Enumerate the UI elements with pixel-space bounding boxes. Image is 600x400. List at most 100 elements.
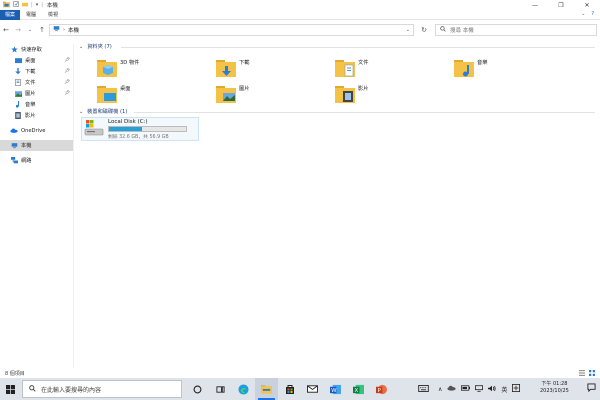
pin-icon: 📌︎ — [64, 58, 70, 63]
drive-local-disk-c[interactable]: Local Disk (C:) 剩餘 32.6 GB，共 56.9 GB — [81, 117, 199, 141]
taskbar-app-mail[interactable] — [301, 378, 324, 400]
tab-file[interactable]: 檔案 — [0, 9, 21, 20]
sidebar-item-network[interactable]: 網路 — [0, 155, 73, 166]
folder-3d-objects[interactable]: 3D 物件 — [96, 56, 211, 80]
network-tray-icon[interactable] — [475, 384, 484, 394]
taskbar-app-store[interactable] — [278, 378, 301, 400]
taskbar-app-excel[interactable]: X — [347, 378, 370, 400]
drive-usage-fill — [109, 126, 143, 131]
customize-toolbar-chevron-icon[interactable]: ▾ — [36, 2, 39, 8]
minimize-button[interactable]: — — [522, 0, 548, 10]
window-title: 本機 — [46, 3, 58, 9]
expand-ribbon-chevron-icon[interactable]: ⌄ — [581, 11, 585, 17]
sidebar-item-documents[interactable]: 文件 📌︎ — [0, 77, 73, 88]
navigation-bar: ← → ⌄ ↑ › 本機 ⌄ ↻ 搜尋 本機 — [0, 22, 600, 38]
sidebar-item-music[interactable]: 音樂 — [0, 99, 73, 110]
title-bar: | ▾ | 本機 — ❐ ✕ — [0, 0, 600, 10]
taskbar-app-edge[interactable] — [232, 378, 255, 400]
ime-mode-indicator[interactable]: 英 — [501, 385, 507, 394]
sidebar-item-quick-access[interactable]: 快速存取 — [0, 44, 73, 55]
volume-icon[interactable] — [488, 385, 497, 394]
folder-music[interactable]: 音樂 — [453, 56, 568, 80]
video-icon — [14, 112, 22, 119]
file-explorer-window: | ▾ | 本機 — ❐ ✕ 檔案 電腦 檢視 ⌄ ? ← → ⌄ ↑ › 本機 — [0, 0, 600, 378]
sidebar-item-this-pc[interactable]: 本機 — [0, 140, 73, 151]
new-folder-icon[interactable] — [22, 1, 28, 9]
sidebar-item-label: 快速存取 — [21, 47, 42, 53]
back-button[interactable]: ← — [0, 24, 12, 36]
sidebar-item-videos[interactable]: 影片 — [0, 110, 73, 121]
tab-computer[interactable]: 電腦 — [20, 10, 42, 20]
folder-name: 文件 — [358, 60, 369, 66]
onedrive-tray-icon[interactable] — [447, 385, 457, 393]
sidebar-item-pictures[interactable]: 圖片 📌︎ — [0, 88, 73, 99]
item-count: 8 個項目 — [5, 370, 25, 377]
address-history-chevron-icon[interactable]: ⌄ — [406, 27, 410, 33]
drive-usage-bar — [108, 125, 187, 132]
sidebar-item-label: 本機 — [21, 143, 32, 149]
folder-name: 音樂 — [477, 60, 488, 66]
breadcrumb-this-pc[interactable]: 本機 — [68, 26, 79, 34]
drive-free-space: 剩餘 32.6 GB，共 56.9 GB — [108, 134, 169, 140]
battery-icon[interactable] — [461, 385, 471, 393]
start-button[interactable] — [0, 378, 20, 400]
large-icons-view-icon[interactable] — [589, 370, 595, 378]
system-tray: ∧ 英 — [418, 378, 521, 400]
folders-section-header[interactable]: ⌄ 資料夾 (7) — [79, 43, 112, 51]
up-button[interactable]: ↑ — [36, 24, 48, 36]
pin-icon: 📌︎ — [64, 69, 70, 74]
drive-details: Local Disk (C:) 剩餘 32.6 GB，共 56.9 GB — [108, 119, 187, 140]
folder-downloads[interactable]: 下載 — [215, 56, 330, 80]
taskbar-clock[interactable]: 下午 01:28 2023/10/25 — [540, 381, 569, 395]
address-bar[interactable]: › 本機 ⌄ — [49, 24, 414, 36]
taskbar-app-word[interactable]: W — [324, 378, 347, 400]
notification-icon — [587, 383, 596, 393]
this-pc-icon — [53, 26, 60, 34]
properties-icon[interactable] — [13, 1, 19, 9]
clock-date: 2023/10/25 — [540, 388, 569, 394]
this-pc-icon — [10, 142, 18, 149]
taskbar-app-powerpoint[interactable]: P — [370, 378, 393, 400]
ime-options-icon[interactable] — [512, 384, 521, 394]
tab-view[interactable]: 檢視 — [42, 10, 64, 20]
maximize-button[interactable]: ❐ — [548, 0, 574, 10]
edge-icon — [238, 383, 249, 395]
folder-name: 桌面 — [120, 86, 131, 92]
cortana-button[interactable] — [186, 378, 209, 400]
folder-desktop[interactable]: 桌面 — [96, 82, 211, 106]
cloud-icon — [10, 128, 18, 133]
taskbar-app-file-explorer[interactable] — [255, 378, 278, 400]
star-icon — [10, 46, 18, 53]
help-icon[interactable]: ? — [591, 11, 594, 17]
search-box[interactable]: 搜尋 本機 — [435, 24, 597, 36]
breadcrumb-separator-icon: › — [63, 27, 65, 33]
download-icon — [14, 68, 22, 75]
sidebar-item-onedrive[interactable]: OneDrive — [0, 125, 73, 136]
devices-section-header[interactable]: ⌄ 裝置和磁碟機 (1) — [79, 108, 127, 116]
ribbon-tabs: 檔案 電腦 檢視 ⌄ ? — [0, 9, 600, 20]
recent-locations-chevron-icon[interactable]: ⌄ — [24, 24, 36, 36]
toolbar-separator: | — [41, 2, 43, 8]
hard-drive-icon — [82, 118, 108, 140]
forward-button[interactable]: → — [12, 24, 24, 36]
svg-text:W: W — [331, 388, 337, 394]
navigation-pane: 快速存取 桌面 📌︎ 下載 📌︎ 文件 📌︎ 圖片 📌︎ 音樂 影片 OneDr… — [0, 44, 74, 368]
task-view-button[interactable] — [209, 378, 232, 400]
sidebar-item-downloads[interactable]: 下載 📌︎ — [0, 66, 73, 77]
details-view-icon[interactable] — [579, 370, 585, 378]
taskbar-search-box[interactable]: 在此輸入要搜尋的內容 — [22, 380, 182, 398]
show-hidden-icons-chevron-icon[interactable]: ∧ — [438, 386, 442, 393]
keyboard-icon[interactable] — [418, 384, 429, 394]
refresh-button[interactable]: ↻ — [418, 24, 430, 36]
task-view-icon — [216, 385, 225, 393]
folder-name: 圖片 — [239, 86, 250, 92]
notification-center-button[interactable] — [587, 383, 596, 394]
folder-videos[interactable]: 影片 — [334, 82, 449, 106]
folder-documents[interactable]: 文件 — [334, 56, 449, 80]
picture-icon — [14, 90, 22, 97]
close-button[interactable]: ✕ — [574, 0, 600, 10]
taskbar-apps: W X P — [186, 378, 393, 400]
desktop-icon — [14, 57, 22, 64]
folder-pictures[interactable]: 圖片 — [215, 82, 330, 106]
sidebar-item-desktop[interactable]: 桌面 📌︎ — [0, 55, 73, 66]
